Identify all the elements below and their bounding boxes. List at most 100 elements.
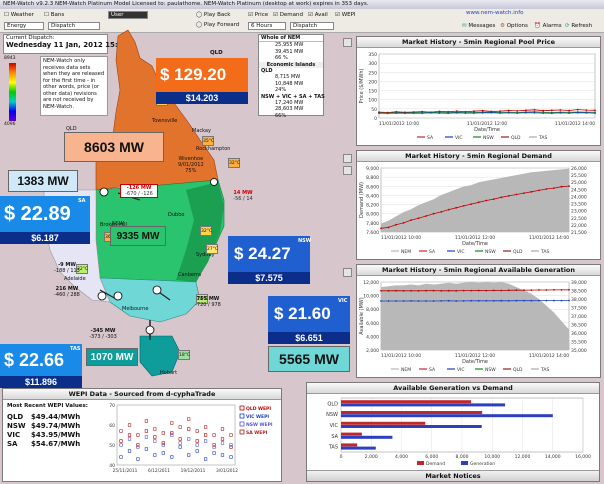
vic-nsw-arrow-icon[interactable] xyxy=(152,285,162,295)
qld-demand[interactable]: 8603 MW xyxy=(64,132,164,162)
data-point-qld xyxy=(545,188,548,190)
market-notices-bar[interactable]: Market Notices xyxy=(307,470,599,481)
vic-nsw-flow-range: -720 / 978 xyxy=(195,302,221,308)
bar-category-label: SA xyxy=(331,434,338,440)
heywood-arrow-icon[interactable] xyxy=(97,291,107,301)
x-tick-label: 11/01/2012 10:00 xyxy=(381,353,421,359)
price-chart-tool-icon[interactable] xyxy=(343,38,352,47)
data-point-vic xyxy=(507,299,510,302)
bar-x-tick: 2,000 xyxy=(365,454,378,460)
wepi-heading: Most Recent WEPI Values: xyxy=(7,403,88,409)
data-point-vic xyxy=(477,299,480,302)
bar-category-label: NSW xyxy=(326,412,338,418)
bar-demand-tas xyxy=(341,443,358,447)
y2-tick-label: 23,000 xyxy=(571,209,587,215)
basslink-flow-range: -373 / -303 xyxy=(89,334,117,340)
wepi-row-qld: QLD $49.44/MWh xyxy=(7,413,95,422)
vic-demand[interactable]: 5565 MW xyxy=(268,346,350,372)
x-tick-label: 11/01/2012 14:00 xyxy=(555,121,595,127)
terranora-flow[interactable]: 14 MW -56 / 14 xyxy=(226,190,260,202)
y2-tick-label: 39,000 xyxy=(571,280,587,286)
basslink-flow[interactable]: -345 MW -373 / -303 xyxy=(86,328,120,340)
data-point-vic xyxy=(464,112,467,114)
y2-tick-label: 37,000 xyxy=(571,314,587,320)
data-point-qld xyxy=(594,109,596,112)
avail-chart-panel: Market History - 5min Regional Available… xyxy=(356,264,601,378)
avail-chart-tool-icon[interactable] xyxy=(343,268,352,277)
legend-label: VIC xyxy=(455,135,463,141)
wepi-x-tick: 6/12/2011 xyxy=(148,468,170,474)
bar-x-tick: 4,000 xyxy=(395,454,408,460)
y-tick-label: 8,000 xyxy=(366,307,379,313)
data-point-qld xyxy=(492,198,495,200)
data-point-vic xyxy=(404,112,406,115)
nsw-demand-label: NSW xyxy=(112,221,124,227)
data-point-vic xyxy=(440,300,443,302)
murraylink-flow[interactable]: 216 MW -460 / 288 xyxy=(52,286,82,298)
wepi-row-vic: VIC $43.95/MWh xyxy=(7,431,95,440)
town-melbourne: Melbourne xyxy=(122,306,149,312)
qld-demand-label: QLD xyxy=(66,126,77,132)
data-point-vic xyxy=(386,112,389,115)
legend-label: NSW xyxy=(485,249,496,255)
wepi-legend-label: NSW WEPI xyxy=(246,422,273,428)
demand-chart-tool-icon[interactable] xyxy=(343,154,352,163)
murraylink-arrow-icon[interactable] xyxy=(113,291,123,301)
data-point-vic xyxy=(515,299,518,302)
data-point-vic xyxy=(387,300,390,302)
vic-nsw-flow[interactable]: 755 MW -720 / 978 xyxy=(190,296,226,308)
legend-label: NSW xyxy=(485,367,496,373)
data-point-qld xyxy=(455,206,458,209)
heywood-flow-range: -188 / 113 xyxy=(54,268,80,274)
y-axis-label: Price ($/MWh) xyxy=(359,68,365,103)
data-point-qld xyxy=(387,289,390,292)
wepi-chart: 7060504025/11/2011 6/12/2011 19/12/2011 3/0… xyxy=(109,403,273,474)
data-point-vic xyxy=(473,112,475,114)
bar-generation-tas xyxy=(341,446,376,450)
data-point-vic xyxy=(447,112,449,115)
qni-arrow-icon[interactable] xyxy=(99,187,109,197)
data-point-qld xyxy=(533,108,536,111)
data-point-qld xyxy=(530,289,533,291)
tas-demand[interactable]: 1070 MW xyxy=(86,348,138,366)
data-point-qld xyxy=(500,289,503,292)
terranora-arrow-icon[interactable] xyxy=(210,178,218,186)
data-point-qld xyxy=(516,110,519,112)
data-point-qld xyxy=(542,109,545,112)
sa-demand[interactable]: 1383 MW xyxy=(8,170,78,192)
town-hobart: Hobart xyxy=(160,370,178,376)
heywood-flow[interactable]: -9 MW -188 / 113 xyxy=(52,262,82,274)
y-tick-label: 8,800 xyxy=(366,175,379,181)
sa-price[interactable]: $ 22.89 xyxy=(0,196,90,232)
terranora-flow-range: -56 / 14 xyxy=(233,196,253,202)
tas-price-label: TAS xyxy=(70,346,81,352)
data-point-qld xyxy=(523,192,525,194)
bar-category-label: VIC xyxy=(330,423,339,429)
demand-chart-zoom-icon[interactable] xyxy=(343,166,352,175)
data-point-qld xyxy=(447,208,450,211)
y2-tick-label: 21,500 xyxy=(571,230,587,236)
y2-tick-label: 38,500 xyxy=(571,289,587,295)
data-point-qld xyxy=(432,212,435,215)
wepi-legend-label: VIC WEPI xyxy=(246,414,269,420)
qld-price[interactable]: $ 129.20 xyxy=(156,58,248,92)
y-tick-label: 10,000 xyxy=(363,294,379,300)
bar-generation-nsw xyxy=(341,414,553,418)
data-point-qld xyxy=(507,109,510,112)
basslink-arrow-icon[interactable] xyxy=(145,325,155,335)
wepi-plot-area xyxy=(116,404,236,466)
bar-legend-label: Demand xyxy=(426,461,445,467)
nsw-demand[interactable]: 9335 MW xyxy=(110,226,166,246)
data-point-qld xyxy=(395,289,397,292)
y-tick-label: 8,600 xyxy=(366,184,379,190)
legend-label: NSW xyxy=(483,135,494,141)
y-tick-label: 4,000 xyxy=(366,334,379,340)
data-point-vic xyxy=(576,111,579,114)
town-adelaide: Adelaide xyxy=(64,276,86,282)
qni-flow[interactable]: -126 MW -670 / -126 xyxy=(120,184,158,198)
y-tick-label: 150 xyxy=(368,89,377,95)
town-mackay: Mackay xyxy=(192,128,211,134)
sa-price-label: SA xyxy=(78,198,86,204)
wepi-region-qld: QLD xyxy=(7,413,24,421)
wepi-legend-swatch xyxy=(239,413,245,419)
